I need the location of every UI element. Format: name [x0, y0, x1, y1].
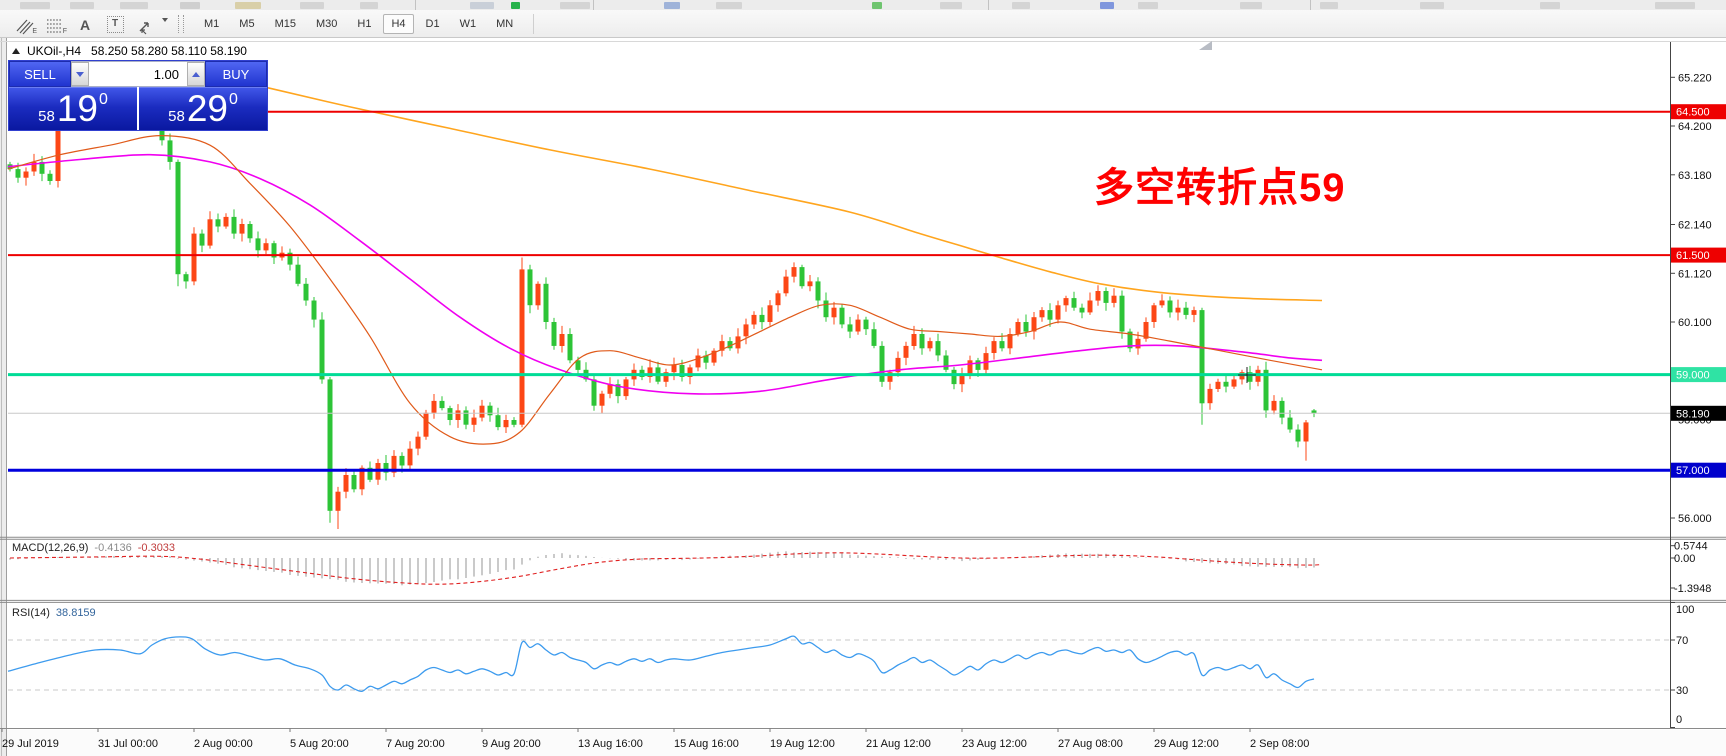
chart-annotation: 多空转折点59: [1094, 166, 1346, 210]
price-axis[interactable]: [1671, 38, 1726, 730]
volume-increase-button[interactable]: [187, 62, 205, 86]
toolbar-fragment-divider: [1310, 0, 1311, 10]
toolbar-fragment: [1240, 2, 1262, 9]
rsi-label: RSI(14) 38.8159: [12, 607, 96, 619]
toolbar-fragment: [1012, 2, 1030, 9]
tf-button-M5[interactable]: M5: [231, 14, 262, 34]
sell-button[interactable]: SELL: [9, 61, 71, 87]
toolbar-fragment: [20, 2, 50, 9]
chart-toolbar: E F A T M1 M5 M15 M30 H1 H4 D1 W1 MN: [0, 10, 1726, 38]
tf-button-M30[interactable]: M30: [308, 14, 345, 34]
toolbar-separator: [178, 14, 184, 33]
bid-price-small: 58: [38, 107, 55, 125]
text-icon[interactable]: A: [72, 13, 98, 35]
toolbar-divider: [533, 13, 535, 34]
toolbar-fragment: [1320, 2, 1338, 9]
toolbar-fragment: [235, 2, 261, 9]
macd-label: MACD(12,26,9) -0.4136 -0.3033: [12, 542, 176, 554]
toolbar-fragment: [1420, 2, 1444, 9]
toolbar-fragment: [716, 2, 742, 9]
buy-button[interactable]: BUY: [205, 61, 267, 87]
toolbar-fragment: [180, 2, 200, 9]
dropdown-caret-icon[interactable]: [162, 17, 168, 22]
caret-down-icon: [76, 71, 84, 77]
toolbar-fragment-divider: [593, 0, 594, 10]
toolbar-fragment: [360, 2, 378, 9]
bid-price-big: 19: [56, 88, 98, 129]
tf-button-M1[interactable]: M1: [196, 14, 227, 34]
tf-button-M15[interactable]: M15: [267, 14, 304, 34]
volume-input[interactable]: 1.00: [89, 62, 187, 86]
toolbar-fragment: [1100, 2, 1114, 9]
tf-button-MN[interactable]: MN: [488, 14, 521, 34]
macd-signal-value: -0.3033: [137, 542, 176, 554]
toolbar-fragment: [300, 2, 324, 9]
buy-price-tile[interactable]: 58 29 0: [139, 87, 267, 130]
equidistant-channel-icon[interactable]: E: [12, 13, 38, 35]
toolbar-fragment: [1540, 2, 1560, 9]
sell-price-tile[interactable]: 58 19 0: [9, 87, 137, 130]
time-axis[interactable]: [8, 730, 1670, 756]
rsi-value: 38.8159: [55, 607, 96, 619]
toolbar-fragment: [664, 2, 680, 9]
toolbar-fragment: [511, 2, 520, 9]
one-click-trading-panel: SELL 1.00 BUY 58 19 0 58 29 0: [8, 60, 268, 131]
toolbar-fragment: [1655, 2, 1695, 9]
toolbar-fragment: [872, 2, 882, 9]
ask-price-small: 58: [168, 107, 185, 125]
toolbar-fragment: [470, 2, 494, 9]
bid-price-sup: 0: [98, 91, 108, 108]
toolbar-fragment-divider: [988, 0, 989, 10]
toolbar-fragment: [1138, 2, 1158, 9]
toolbar-fragment-divider: [415, 0, 416, 10]
ask-price-sup: 0: [228, 91, 238, 108]
tf-button-D1[interactable]: D1: [418, 14, 448, 34]
ohlc-values: 58.250 58.280 58.110 58.190: [91, 44, 247, 58]
volume-decrease-button[interactable]: [71, 62, 89, 86]
text-label-icon[interactable]: T: [102, 13, 128, 35]
tf-button-H4[interactable]: H4: [383, 13, 414, 34]
ask-price-big: 29: [186, 88, 228, 129]
tf-button-W1[interactable]: W1: [452, 14, 485, 34]
chart-title: UKOil-,H4 58.250 58.280 58.110 58.190: [12, 44, 247, 58]
tf-button-H1[interactable]: H1: [349, 14, 379, 34]
caret-up-icon: [192, 71, 200, 77]
chart-background: [0, 38, 1726, 730]
toolbar-fragment: [70, 2, 94, 9]
collapse-triangle-icon: [12, 48, 20, 54]
toolbar-fragment: [560, 2, 590, 9]
fibonacci-icon[interactable]: F: [42, 13, 68, 35]
arrows-icon[interactable]: [132, 13, 158, 35]
timeframe-bar: M1 M5 M15 M30 H1 H4 D1 W1 MN: [194, 13, 523, 34]
toolbar-fragment: [120, 2, 148, 9]
toolbar-fragment: [940, 2, 962, 9]
trading-terminal: 65.22064.20063.18062.14061.12060.10059.0…: [0, 0, 1726, 756]
macd-main-value: -0.4136: [94, 542, 132, 554]
symbol-label: UKOil-,H4: [27, 44, 82, 58]
